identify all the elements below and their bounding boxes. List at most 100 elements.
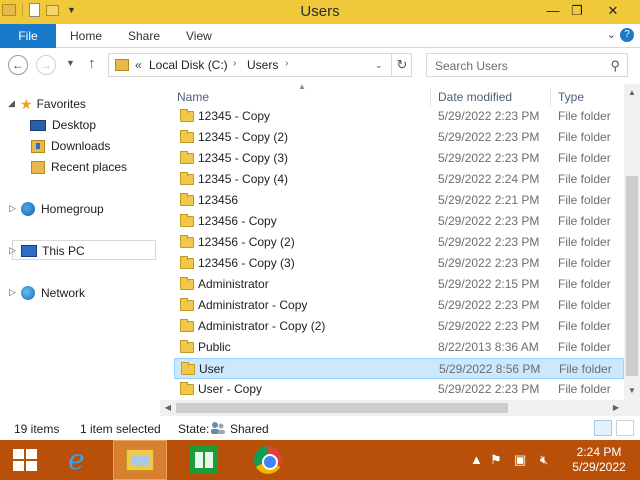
file-name: Administrator <box>198 277 269 291</box>
breadcrumb-separator-icon[interactable]: › <box>233 58 236 69</box>
file-row[interactable]: User - Copy 5/29/2022 2:23 PM File folder <box>174 379 624 400</box>
scroll-up-arrow-icon[interactable]: ▲ <box>624 88 640 97</box>
back-button[interactable]: ← <box>8 55 28 75</box>
search-input[interactable]: Search Users <box>435 59 508 73</box>
file-name: User - Copy <box>198 382 263 396</box>
network-tray-icon[interactable]: ▣ <box>514 452 526 468</box>
tab-share[interactable]: Share <box>128 24 160 48</box>
column-divider[interactable] <box>550 88 551 106</box>
file-row[interactable]: 123456 5/29/2022 2:21 PM File folder <box>174 190 624 211</box>
start-button[interactable] <box>13 449 37 471</box>
file-row[interactable]: 123456 - Copy (2) 5/29/2022 2:23 PM File f… <box>174 232 624 253</box>
search-icon[interactable]: ⚲ <box>610 58 620 74</box>
sidebar-item-downloads[interactable]: Downloads <box>31 136 110 156</box>
maximize-button[interactable]: ❐ <box>562 0 592 22</box>
file-row[interactable]: Administrator - Copy (2) 5/29/2022 2:23 P… <box>174 316 624 337</box>
vertical-scrollbar[interactable]: ▲ ▼ <box>624 84 640 400</box>
action-center-flag-icon[interactable]: ⚑ <box>490 452 502 468</box>
show-hidden-icons-chevron-icon[interactable]: ▲ <box>470 452 483 467</box>
file-type: File folder <box>558 172 611 186</box>
file-date-modified: 5/29/2022 2:23 PM <box>438 235 540 249</box>
search-box[interactable]: Search Users ⚲ <box>426 53 628 77</box>
status-bar: 19 items 1 item selected State: Shared <box>0 416 640 440</box>
column-divider[interactable] <box>430 88 431 106</box>
file-name: Administrator - Copy <box>198 298 308 312</box>
large-icons-view-button[interactable] <box>616 420 634 436</box>
file-row[interactable]: 12345 - Copy (3) 5/29/2022 2:23 PM File fo… <box>174 148 624 169</box>
scroll-left-arrow-icon[interactable]: ◀ <box>160 403 176 412</box>
help-icon[interactable]: ? <box>620 28 634 42</box>
vertical-scroll-thumb[interactable] <box>626 176 638 376</box>
tab-file[interactable]: File <box>0 24 56 48</box>
file-row[interactable]: Administrator 5/29/2022 2:15 PM File folde… <box>174 274 624 295</box>
store-icon[interactable] <box>190 446 218 474</box>
shared-users-icon <box>211 422 225 434</box>
scroll-down-arrow-icon[interactable]: ▼ <box>624 386 640 395</box>
column-header-name[interactable]: Name <box>177 90 209 104</box>
file-type: File folder <box>558 109 611 123</box>
sort-ascending-icon: ▲ <box>298 82 306 91</box>
sidebar-item-network[interactable]: Network <box>21 283 85 303</box>
sidebar-item-label: Favorites <box>36 97 86 111</box>
file-row[interactable]: 123456 - Copy 5/29/2022 2:23 PM File folde… <box>174 211 624 232</box>
file-date-modified: 5/29/2022 2:23 PM <box>438 151 540 165</box>
volume-muted-icon[interactable]: 🔇︎ <box>540 452 548 468</box>
internet-explorer-icon[interactable]: e <box>68 446 85 474</box>
sidebar-item-homegroup[interactable]: Homegroup <box>21 199 104 219</box>
computer-icon <box>21 245 37 257</box>
column-header-date-modified[interactable]: Date modified <box>438 90 512 104</box>
title-bar: ▼ Users — ❐ ✕ <box>0 0 640 24</box>
address-bar[interactable]: « Local Disk (C:) › Users › ⌄ ↻ <box>108 53 412 77</box>
expand-arrow-icon[interactable]: ▷ <box>9 287 16 298</box>
expand-chevron-icon[interactable]: ◢ <box>8 98 15 109</box>
sidebar-item-label: Recent places <box>51 160 128 174</box>
folder-icon <box>180 193 194 206</box>
horizontal-scrollbar[interactable]: ◀ ▶ <box>160 400 624 416</box>
tab-view[interactable]: View <box>186 24 212 48</box>
refresh-icon[interactable]: ↻ <box>391 54 412 76</box>
file-row[interactable]: 12345 - Copy (4) 5/29/2022 2:24 PM File fo… <box>174 169 624 190</box>
breadcrumb-users[interactable]: Users <box>247 58 278 72</box>
file-date-modified: 5/29/2022 2:23 PM <box>438 130 540 144</box>
tab-home[interactable]: Home <box>70 24 102 48</box>
system-clock[interactable]: 2:24 PM 5/29/2022 <box>566 445 632 475</box>
breadcrumb-separator-icon[interactable]: › <box>285 58 288 69</box>
address-dropdown-chevron-icon[interactable]: ⌄ <box>375 60 383 71</box>
file-date-modified: 5/29/2022 8:56 PM <box>439 362 541 376</box>
breadcrumb-local-disk[interactable]: Local Disk (C:) <box>149 58 228 72</box>
horizontal-scroll-thumb[interactable] <box>176 403 508 413</box>
file-row[interactable]: 123456 - Copy (3) 5/29/2022 2:23 PM File f… <box>174 253 624 274</box>
file-row[interactable]: Administrator - Copy 5/29/2022 2:23 PM Fil… <box>174 295 624 316</box>
expand-arrow-icon[interactable]: ▷ <box>9 203 16 214</box>
sidebar-item-this-pc[interactable]: This PC <box>21 241 85 261</box>
file-row[interactable]: Public 8/22/2013 8:36 AM File folder <box>174 337 624 358</box>
sidebar-item-favorites[interactable]: ★ Favorites <box>20 94 86 114</box>
file-row[interactable]: 12345 - Copy (2) 5/29/2022 2:23 PM File fo… <box>174 127 624 148</box>
recent-locations-chevron-icon[interactable]: ▼ <box>66 58 75 68</box>
forward-button[interactable]: → <box>36 55 56 75</box>
sidebar-item-recent-places[interactable]: Recent places <box>31 157 127 177</box>
column-header-type[interactable]: Type <box>558 90 584 104</box>
folder-icon <box>180 151 194 164</box>
file-type: File folder <box>558 319 611 333</box>
file-row[interactable]: 12345 - Copy 5/29/2022 2:23 PM File folder <box>174 106 624 127</box>
sidebar-item-desktop[interactable]: Desktop <box>30 115 96 135</box>
expand-arrow-icon[interactable]: ▷ <box>9 245 16 256</box>
file-name: Administrator - Copy (2) <box>198 319 326 333</box>
file-type: File folder <box>558 130 611 144</box>
sidebar-item-label: Homegroup <box>41 202 104 216</box>
ribbon-tabs: File Home Share View ⌄ ? <box>0 24 640 48</box>
file-row[interactable]: User 5/29/2022 8:56 PM File folder <box>174 358 624 379</box>
folder-icon <box>180 214 194 227</box>
folder-icon <box>180 298 194 311</box>
close-button[interactable]: ✕ <box>594 0 632 22</box>
chrome-icon[interactable] <box>254 446 282 474</box>
file-name: Public <box>198 340 231 354</box>
expand-ribbon-chevron-icon[interactable]: ⌄ <box>607 28 616 41</box>
up-arrow-icon[interactable]: ↑ <box>88 55 96 72</box>
file-type: File folder <box>558 277 611 291</box>
scroll-right-arrow-icon[interactable]: ▶ <box>608 403 624 412</box>
file-type: File folder <box>558 151 611 165</box>
address-overflow-chevrons[interactable]: « <box>135 58 142 72</box>
details-view-button[interactable] <box>594 420 612 436</box>
